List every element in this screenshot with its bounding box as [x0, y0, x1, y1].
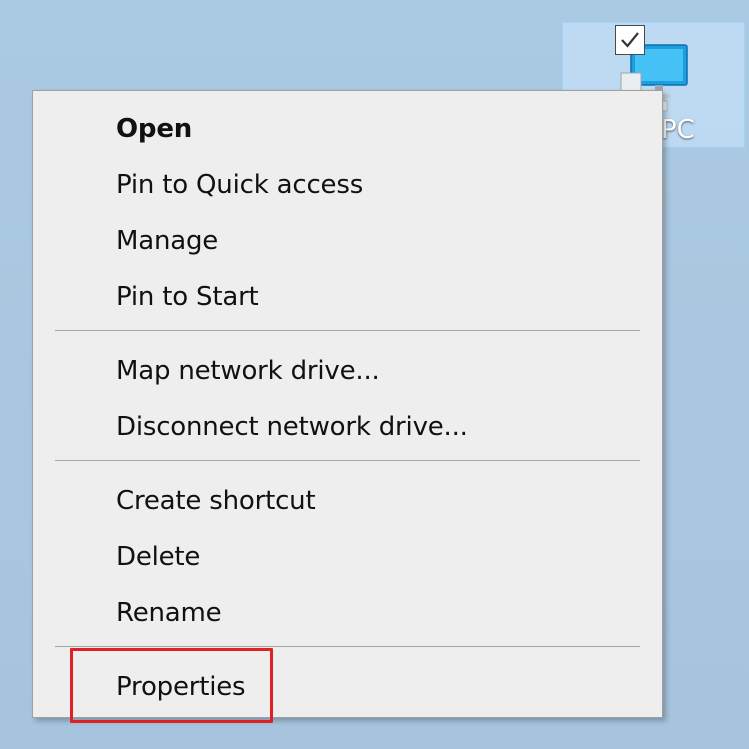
- menu-item-manage[interactable]: Manage: [33, 215, 662, 267]
- menu-item-disconnect-network-drive[interactable]: Disconnect network drive...: [33, 401, 662, 453]
- menu-item-create-shortcut[interactable]: Create shortcut: [33, 475, 662, 527]
- menu-item-pin-to-quick-access[interactable]: Pin to Quick access: [33, 159, 662, 211]
- selection-checkbox[interactable]: [615, 25, 645, 55]
- menu-item-rename[interactable]: Rename: [33, 587, 662, 639]
- menu-item-label: Pin to Start: [116, 282, 259, 312]
- menu-item-label: Pin to Quick access: [116, 170, 364, 200]
- menu-item-label: Properties: [116, 672, 246, 702]
- menu-separator: [55, 646, 640, 647]
- menu-item-label: Map network drive...: [116, 356, 380, 386]
- context-menu: Open Pin to Quick access Manage Pin to S…: [32, 90, 663, 718]
- menu-item-label: Create shortcut: [116, 486, 316, 516]
- desktop-icon-label: PC: [661, 115, 695, 145]
- menu-separator: [55, 460, 640, 461]
- menu-item-label: Disconnect network drive...: [116, 412, 468, 442]
- menu-item-properties[interactable]: Properties: [33, 661, 662, 713]
- menu-item-label: Open: [116, 114, 193, 144]
- menu-item-pin-to-start[interactable]: Pin to Start: [33, 271, 662, 323]
- menu-item-delete[interactable]: Delete: [33, 531, 662, 583]
- menu-item-open[interactable]: Open: [33, 103, 662, 155]
- checkmark-icon: [621, 32, 639, 48]
- menu-item-label: Manage: [116, 226, 219, 256]
- menu-item-map-network-drive[interactable]: Map network drive...: [33, 345, 662, 397]
- menu-item-label: Rename: [116, 598, 222, 628]
- menu-separator: [55, 330, 640, 331]
- menu-item-label: Delete: [116, 542, 201, 572]
